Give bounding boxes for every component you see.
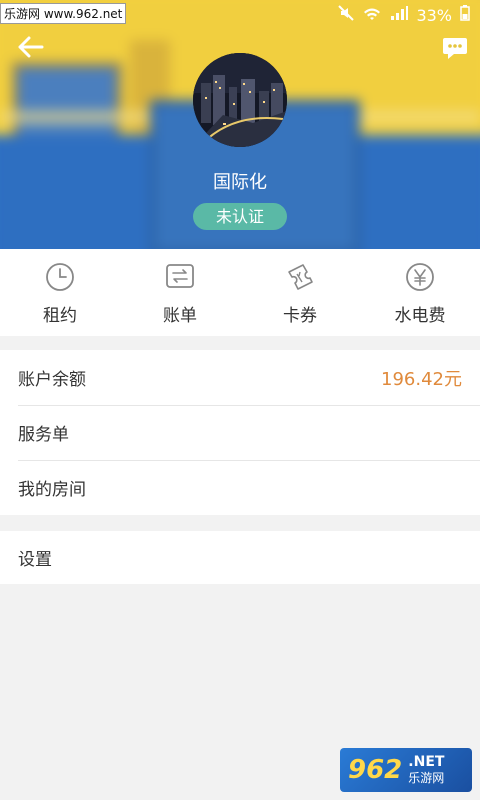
action-lease[interactable]: 租约 xyxy=(0,249,120,336)
wifi-icon xyxy=(362,5,382,25)
balance-label: 账户余额 xyxy=(18,370,86,390)
watermark-cn: 乐游网 xyxy=(408,771,445,785)
battery-text: 33% xyxy=(416,5,452,25)
back-arrow-icon xyxy=(18,36,44,58)
menu-service-order[interactable]: 服务单 xyxy=(0,405,480,460)
profile-header: 乐游网 www.962.net 33% 国际化 未认证 xyxy=(0,0,480,249)
avatar[interactable] xyxy=(193,53,287,147)
watermark-net: .NET xyxy=(408,754,445,770)
watermark-number: 962 xyxy=(348,755,403,785)
ticket-icon xyxy=(288,264,313,290)
action-lease-label: 租约 xyxy=(43,306,77,326)
message-icon xyxy=(443,38,467,59)
menu-settings[interactable]: 设置 xyxy=(0,531,480,584)
yen-icon xyxy=(406,263,434,291)
action-bill-label: 账单 xyxy=(163,306,197,326)
clock-icon xyxy=(46,263,74,291)
user-nickname: 国际化 xyxy=(213,172,267,193)
mute-icon xyxy=(338,5,355,25)
room-label: 我的房间 xyxy=(18,480,86,500)
menu-account-balance[interactable]: 账户余额 196.42元 xyxy=(0,350,480,405)
settings-label: 设置 xyxy=(18,550,52,570)
site-watermark: 乐游网 www.962.net xyxy=(0,3,127,24)
status-bar: 乐游网 www.962.net 33% xyxy=(0,0,480,30)
quick-actions: 租约 账单 卡券 水电费 xyxy=(0,249,480,336)
site-logo-watermark: 962 .NET 乐游网 xyxy=(340,748,472,792)
menu-my-room[interactable]: 我的房间 xyxy=(0,460,480,515)
signal-icon xyxy=(390,5,409,25)
battery-icon xyxy=(460,5,470,25)
message-button[interactable] xyxy=(442,36,470,60)
action-utility[interactable]: 水电费 xyxy=(360,249,480,336)
balance-value: 196.42元 xyxy=(381,368,462,390)
action-coupon-label: 卡券 xyxy=(283,306,317,326)
service-label: 服务单 xyxy=(18,425,69,445)
verification-badge[interactable]: 未认证 xyxy=(193,203,287,230)
action-utility-label: 水电费 xyxy=(394,306,446,326)
account-menu: 账户余额 196.42元 服务单 我的房间 xyxy=(0,350,480,515)
action-bill[interactable]: 账单 xyxy=(120,249,240,336)
bill-icon xyxy=(166,264,194,288)
action-coupon[interactable]: 卡券 xyxy=(240,249,360,336)
settings-menu: 设置 xyxy=(0,531,480,584)
back-button[interactable] xyxy=(18,36,54,64)
